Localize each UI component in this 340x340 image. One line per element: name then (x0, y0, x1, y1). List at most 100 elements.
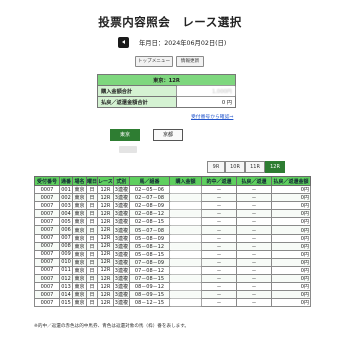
cell-receipt-no: 0007 (34, 225, 60, 235)
table-row: 0007 014 東京日 12R 3連複 08－09－15 －－ 0円 (34, 290, 311, 300)
cell-day: 日 (85, 184, 99, 195)
cell-payout-refund: － (235, 282, 272, 292)
cell-day: 日 (85, 290, 99, 300)
cell-purchase-amount (168, 265, 202, 276)
col-payout-amount: 払戻／返還金額 (270, 176, 311, 186)
cell-venue: 東京 (72, 225, 87, 235)
cell-serial: 004 (59, 209, 73, 219)
cell-receipt-no: 0007 (34, 184, 60, 195)
cell-payout-refund: － (235, 209, 272, 219)
cell-day: 日 (85, 241, 99, 251)
col-payout-refund: 払戻／返還 (235, 176, 272, 186)
cell-bet-type: 3連複 (112, 282, 130, 292)
venue-tab-tokyo[interactable]: 東京 (110, 129, 140, 141)
cell-hit-refund: － (200, 282, 237, 292)
cell-venue: 東京 (72, 184, 87, 195)
cell-bet-type: 3連複 (112, 217, 130, 227)
cell-payout-refund: － (235, 193, 272, 203)
table-row: 0007 003 東京日 12R 3連複 02－08－09 －－ 0円 (34, 201, 311, 211)
cell-serial: 005 (59, 217, 73, 227)
footnote: ※的中／返還の赤色は的中馬券、青色は返還対象の馬（枠）番を表します。 (34, 324, 189, 329)
cell-hit-refund: － (200, 265, 237, 276)
cell-day: 日 (85, 298, 99, 308)
cell-hit-refund: － (200, 233, 237, 243)
back-arrow-icon[interactable] (118, 36, 129, 48)
cell-payout-refund: － (235, 298, 272, 308)
purchase-total-label: 購入金額合計 (97, 85, 177, 97)
table-row: 0007 011 東京日 12R 3連複 07－08－12 －－ 0円 (34, 265, 311, 276)
table-row: 0007 006 東京日 12R 3連複 05－07－08 －－ 0円 (34, 225, 311, 235)
date-label: 年月日：2024年06月02日(日) (139, 39, 227, 47)
cell-serial: 003 (59, 201, 73, 211)
top-menu-button[interactable]: トップメニュー (135, 56, 173, 67)
cell-combination: 02－05－06 (128, 184, 170, 195)
cell-payout-amount: 0円 (270, 225, 311, 235)
race-tab-11r[interactable]: 11R (245, 161, 265, 173)
cell-purchase-amount (168, 225, 202, 235)
cell-payout-refund: － (235, 290, 272, 300)
cell-combination: 02－08－12 (128, 209, 170, 219)
cell-combination: 02－08－15 (128, 217, 170, 227)
venue-tab-kyoto[interactable]: 京都 (153, 129, 183, 141)
race-tab-12r[interactable]: 12R (265, 161, 285, 173)
table-row: 0007 012 東京日 12R 3連複 07－08－15 －－ 0円 (34, 274, 311, 284)
cell-venue: 東京 (72, 241, 87, 251)
cell-serial: 001 (59, 184, 73, 195)
col-receipt-no: 受付番号 (34, 176, 60, 186)
cell-receipt-no: 0007 (34, 217, 60, 227)
cell-bet-type: 3連複 (112, 265, 130, 276)
col-day: 曜日 (85, 176, 99, 186)
cell-venue: 東京 (72, 201, 87, 211)
date-row: 年月日：2024年06月02日(日) (118, 36, 226, 48)
cell-payout-refund: － (235, 241, 272, 251)
cell-bet-type: 3連複 (112, 201, 130, 211)
cell-purchase-amount (168, 193, 202, 203)
cell-purchase-amount (168, 217, 202, 227)
info-update-button[interactable]: 情報更新 (176, 56, 204, 67)
cell-race: 12R (97, 225, 114, 235)
cell-receipt-no: 0007 (34, 209, 60, 219)
cell-race: 12R (97, 274, 114, 284)
table-row: 0007 007 東京日 12R 3連複 05－08－09 －－ 0円 (34, 233, 311, 243)
cell-purchase-amount (168, 209, 202, 219)
cell-serial: 014 (59, 290, 73, 300)
cell-venue: 東京 (72, 290, 87, 300)
cell-serial: 007 (59, 233, 73, 243)
cell-purchase-amount (168, 290, 202, 300)
cell-hit-refund: － (200, 193, 237, 203)
cell-serial: 013 (59, 282, 73, 292)
cell-purchase-amount (168, 257, 202, 267)
cell-payout-refund: － (235, 249, 272, 259)
cell-payout-amount: 0円 (270, 217, 311, 227)
race-tab-10r[interactable]: 10R (225, 161, 245, 173)
cell-serial: 009 (59, 249, 73, 259)
cell-bet-type: 3連複 (112, 184, 130, 195)
table-row: 0007 015 東京日 12R 3連複 08－12－15 －－ 0円 (34, 298, 311, 308)
cell-hit-refund: － (200, 201, 237, 211)
cell-venue: 東京 (72, 193, 87, 203)
cell-bet-type: 3連複 (112, 290, 130, 300)
cell-day: 日 (85, 193, 99, 203)
cell-payout-refund: － (235, 233, 272, 243)
cell-serial: 002 (59, 193, 73, 203)
col-bet-type: 式別 (112, 176, 130, 186)
cell-payout-amount: 0円 (270, 193, 311, 203)
cell-purchase-amount (168, 201, 202, 211)
cell-day: 日 (85, 274, 99, 284)
cell-hit-refund: － (200, 274, 237, 284)
disabled-placeholder (119, 146, 137, 153)
cell-bet-type: 3連複 (112, 257, 130, 267)
cell-combination: 08－12－15 (128, 298, 170, 308)
cell-day: 日 (85, 282, 99, 292)
receipt-number-link[interactable]: 受付番号から確認⇒ (191, 113, 233, 120)
payout-total-label: 払戻／返還金額合計 (97, 96, 177, 108)
cell-payout-amount: 0円 (270, 298, 311, 308)
cell-race: 12R (97, 201, 114, 211)
cell-serial: 010 (59, 257, 73, 267)
race-tab-9r[interactable]: 9R (207, 161, 225, 173)
cell-race: 12R (97, 298, 114, 308)
cell-venue: 東京 (72, 265, 87, 276)
cell-payout-amount: 0円 (270, 282, 311, 292)
cell-day: 日 (85, 217, 99, 227)
table-row: 0007 008 東京日 12R 3連複 05－08－12 －－ 0円 (34, 241, 311, 251)
